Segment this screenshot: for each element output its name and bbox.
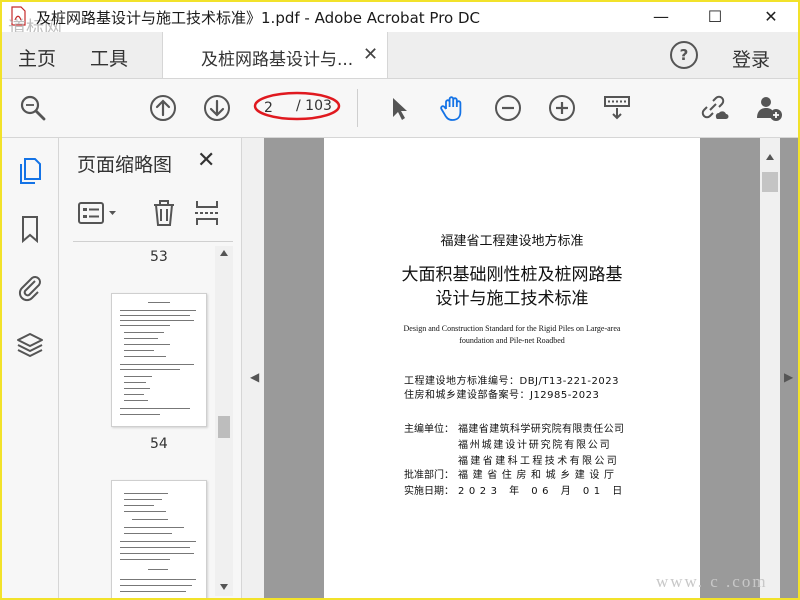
document-org: 福建省工程建设地方标准 xyxy=(440,234,584,249)
document-viewer: ◀ 福建省工程建设地方标准 大面积基础刚性桩及桩网路基 设计与施工技术标准 De… xyxy=(242,138,798,598)
acrobat-window: 道标网 及桩网路基设计与施工技术标准》1.pdf - Adobe Acrobat… xyxy=(0,0,800,600)
close-window-button[interactable]: ✕ xyxy=(748,2,794,32)
close-document-tab-button[interactable]: ✕ xyxy=(363,44,378,65)
scroll-up-arrow-icon[interactable] xyxy=(766,154,774,160)
thumbnail-page-number: 53 xyxy=(150,249,168,265)
collapse-right-pane-icon[interactable]: ▶ xyxy=(784,370,793,384)
chief-editor-unit: 福州城建设计研究院有限公司 xyxy=(458,440,612,451)
scroll-down-arrow-icon[interactable] xyxy=(220,584,228,590)
thumbnails-divider xyxy=(73,241,233,242)
chief-editor-unit: 福建省建科工程技术有限公司 xyxy=(458,456,620,467)
page-thumbnails-icon[interactable] xyxy=(16,156,44,186)
pdf-page: 福建省工程建设地方标准 大面积基础刚性桩及桩网路基 设计与施工技术标准 Desi… xyxy=(324,138,700,598)
select-cursor-icon[interactable] xyxy=(384,93,414,123)
minimize-button[interactable]: — xyxy=(638,2,684,32)
help-button[interactable]: ? xyxy=(670,41,698,69)
navigation-rail xyxy=(2,138,59,598)
viewer-gutter xyxy=(700,138,760,598)
approval-department: 福建省住房和城乡建设厅 xyxy=(458,470,619,481)
record-number: 住房和城乡建设部备案号：J12985-2023 xyxy=(404,390,600,401)
standard-number: 工程建设地方标准编号：DBJ/T13-221-2023 xyxy=(404,376,619,387)
delete-page-icon[interactable] xyxy=(151,198,177,228)
scroll-up-arrow-icon[interactable] xyxy=(220,250,228,256)
maximize-button[interactable]: ☐ xyxy=(692,2,738,32)
attachments-icon[interactable] xyxy=(16,272,44,302)
collapse-left-pane-icon[interactable]: ◀ xyxy=(250,370,259,384)
window-title: 及桩网路基设计与施工技术标准》1.pdf - Adobe Acrobat Pro… xyxy=(36,9,481,27)
effective-date: 2023 年 06 月 01 日 xyxy=(458,486,627,497)
add-user-icon[interactable] xyxy=(754,93,784,123)
tab-document[interactable]: 及桩网路基设计与... ✕ xyxy=(162,32,388,78)
thumbnails-scrollbar[interactable] xyxy=(215,246,233,596)
search-icon[interactable] xyxy=(18,93,48,123)
main-toolbar: / 103 xyxy=(2,79,798,138)
approval-label: 批准部门： xyxy=(404,470,454,481)
thumbnail-page-54[interactable] xyxy=(111,480,207,598)
tab-bar: 主页 工具 及桩网路基设计与... ✕ ? 登录 xyxy=(2,32,798,79)
thumbnails-scroll-thumb[interactable] xyxy=(218,416,230,438)
bookmarks-icon[interactable] xyxy=(16,214,44,244)
effective-date-label: 实施日期： xyxy=(404,486,454,497)
scroll-mode-icon[interactable] xyxy=(602,93,632,123)
thumbnails-panel-title: 页面缩略图 xyxy=(77,154,173,176)
document-english-title-line1: Design and Construction Standard for the… xyxy=(403,324,621,333)
document-tab-label: 及桩网路基设计与... xyxy=(201,50,354,70)
viewer-left-strip: ◀ xyxy=(242,138,264,598)
thumbnail-options-icon[interactable] xyxy=(77,200,121,226)
hand-tool-icon[interactable] xyxy=(438,93,468,123)
thumbnail-page-53[interactable] xyxy=(111,293,207,427)
page-down-icon[interactable] xyxy=(202,93,232,123)
close-thumbnails-button[interactable]: ✕ xyxy=(197,148,215,173)
document-title-line2: 设计与施工技术标准 xyxy=(435,289,589,309)
chief-editor-unit: 福建省建筑科学研究院有限责任公司 xyxy=(458,424,625,435)
page-thumbnails-panel: 页面缩略图 ✕ 53 54 xyxy=(59,138,242,598)
chief-editor-label: 主编单位： xyxy=(404,424,454,435)
login-button[interactable]: 登录 xyxy=(732,45,770,72)
zoom-in-icon[interactable] xyxy=(547,93,577,123)
title-bar: 道标网 及桩网路基设计与施工技术标准》1.pdf - Adobe Acrobat… xyxy=(2,2,798,39)
toolbar-separator xyxy=(357,89,358,127)
document-english-title-line2: foundation and Pile-net Roadbed xyxy=(459,336,565,345)
thumbnail-page-number: 54 xyxy=(150,436,168,452)
page-up-icon[interactable] xyxy=(148,93,178,123)
tab-home[interactable]: 主页 xyxy=(18,44,56,71)
thumbnails-toolbar xyxy=(77,198,227,228)
layers-icon[interactable] xyxy=(16,330,44,360)
watermark-bottom-right: www. c .com xyxy=(656,572,768,591)
document-scroll-thumb[interactable] xyxy=(762,172,778,192)
document-title-line1: 大面积基础刚性桩及桩网路基 xyxy=(401,265,623,285)
red-highlight-ellipse xyxy=(253,91,341,121)
zoom-out-icon[interactable] xyxy=(493,93,523,123)
document-scrollbar[interactable] xyxy=(760,138,780,598)
tab-tools[interactable]: 工具 xyxy=(90,44,128,71)
extract-page-icon[interactable] xyxy=(193,198,221,228)
share-link-icon[interactable] xyxy=(699,93,729,123)
